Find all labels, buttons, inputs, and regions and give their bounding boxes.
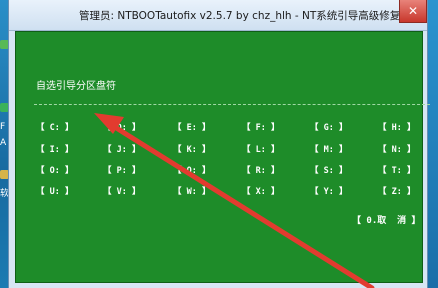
drive-option-j[interactable]: 【 J: 】 (103, 143, 140, 155)
prompt-text: 自选引导分区盘符 (36, 81, 116, 92)
drive-option-i[interactable]: 【 I: 】 (36, 143, 73, 155)
drive-option-n[interactable]: 【 N: 】 (378, 143, 415, 155)
drive-option-x[interactable]: 【 X: 】 (242, 185, 279, 197)
close-button[interactable]: ✕ (399, 0, 427, 23)
ntbootautofix-window: 管理员: NTBOOTautofix v2.5.7 by chz_hlh - N… (8, 0, 430, 288)
cancel-option[interactable]: 【 0.取 消 】 (352, 213, 421, 226)
drive-option-o[interactable]: 【 O: 】 (36, 164, 73, 176)
drive-option-z[interactable]: 【 Z: 】 (378, 185, 415, 197)
drive-option-r[interactable]: 【 R: 】 (242, 164, 279, 176)
drive-option-h[interactable]: 【 H: 】 (378, 121, 415, 133)
drive-option-y[interactable]: 【 Y: 】 (310, 185, 347, 197)
drive-option-w[interactable]: 【 W: 】 (173, 185, 210, 197)
divider (34, 104, 430, 105)
drive-option-q[interactable]: 【 Q: 】 (173, 164, 210, 176)
drive-option-f[interactable]: 【 F: 】 (242, 121, 279, 133)
window-title: 管理员: NTBOOTautofix v2.5.7 by chz_hlh - N… (79, 10, 401, 22)
drive-option-c[interactable]: 【 C: 】 (36, 121, 73, 133)
drive-option-k[interactable]: 【 K: 】 (173, 143, 210, 155)
console-client-area: 自选引导分区盘符 【 C: 】 【 D: 】 【 E: 】 【 F: 】 【 G… (15, 31, 430, 283)
drive-option-g[interactable]: 【 G: 】 (310, 121, 347, 133)
drive-option-v[interactable]: 【 V: 】 (103, 185, 140, 197)
drive-option-m[interactable]: 【 M: 】 (310, 143, 347, 155)
close-icon: ✕ (407, 4, 419, 18)
drive-option-p[interactable]: 【 P: 】 (103, 164, 140, 176)
drive-option-d[interactable]: 【 D: 】 (103, 121, 140, 133)
drive-option-s[interactable]: 【 S: 】 (310, 164, 347, 176)
drive-option-e[interactable]: 【 E: 】 (173, 121, 210, 133)
drive-option-t[interactable]: 【 T: 】 (378, 164, 415, 176)
drive-option-l[interactable]: 【 L: 】 (242, 143, 279, 155)
drive-option-u[interactable]: 【 U: 】 (36, 185, 73, 197)
title-bar[interactable]: 管理员: NTBOOTautofix v2.5.7 by chz_hlh - N… (9, 0, 427, 31)
